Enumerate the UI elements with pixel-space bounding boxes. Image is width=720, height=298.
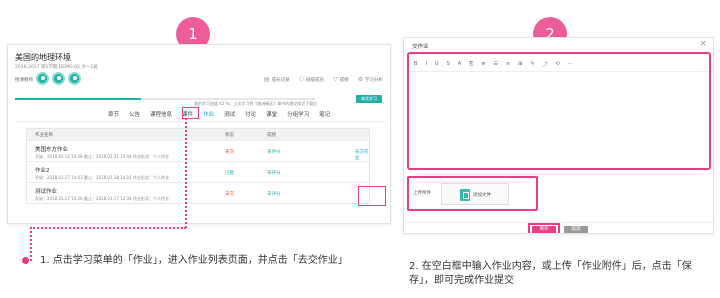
align-icon[interactable]: ≡ — [506, 61, 510, 68]
table-header: 作业名称 状态 成绩 — [27, 129, 369, 140]
record-icon: ▤ — [263, 76, 270, 83]
teacher-label: 授课教师 — [15, 78, 33, 83]
submit-homework-dialog: 交作业 × B I U S A ⎗ ≣ ☰ ≡ ⊞ ✎ ⤴ ⟲ ⋯ 上传附件 添… — [403, 37, 714, 234]
tab-announcements[interactable]: 公告 — [124, 108, 145, 120]
connector-line — [185, 118, 187, 228]
connector-line — [30, 227, 32, 261]
file-upload-icon — [460, 189, 470, 201]
font-color-icon[interactable]: A — [458, 61, 461, 68]
link-icon[interactable]: ⤴ — [543, 61, 548, 68]
add-file-button[interactable]: 添加文件 — [441, 183, 509, 205]
homework-name: 作业2 — [35, 168, 50, 174]
table-icon[interactable]: ⊞ — [518, 61, 522, 68]
editor-toolbar: B I U S A ⎗ ≣ ☰ ≡ ⊞ ✎ ⤴ ⟲ ⋯ — [414, 61, 573, 68]
attachment-label: 上传附件 — [413, 191, 431, 196]
tab-notes[interactable]: 笔记 — [314, 108, 335, 120]
homework-detail: 开始：2018.02.12 14:28 截止：2018.02.31 15:44 … — [35, 154, 169, 159]
filter-icon: ▽ — [332, 76, 338, 83]
course-toolbar: ▤ 成长记录 ⚇ 班级成员 ▽ 成绩 ⚙ 学习分析 — [264, 76, 383, 83]
progress-fill — [15, 98, 141, 100]
step-2-caption: 2. 在空白框中输入作业内容，或上传「作业附件」后，点击「保存」，即可完成作业提… — [409, 261, 692, 286]
course-tabs: 章节 公告 课程信息 课件 作业 测试 讨论 课堂 分组学习 笔记 — [103, 108, 335, 120]
tab-tests[interactable]: 测试 — [219, 108, 240, 120]
toolbar-item-members[interactable]: ⚇ 班级成员 — [299, 76, 324, 83]
table-row[interactable]: 作业2 开始：2018.01.17 14:03 截止：2018.01.18 14… — [27, 161, 369, 182]
toolbar-item-grades[interactable]: ▽ 成绩 — [333, 76, 349, 83]
dialog-title: 交作业 — [412, 44, 429, 50]
status-badge: 已批 — [225, 171, 234, 176]
italic-icon[interactable]: I — [425, 61, 426, 68]
homework-detail: 开始：2018.01.17 10:26 截止：2018.01.17 12:34 … — [35, 196, 169, 201]
cancel-button[interactable]: 取消 — [564, 226, 588, 233]
homework-result: 未评分 — [267, 171, 281, 176]
progress-text: 我的学习进度 42 %，上次学习到《美洲新区》章节的理论知识下载后 — [194, 101, 318, 106]
unordered-list-icon[interactable]: ☰ — [493, 61, 497, 68]
continue-learning-button[interactable]: 继续学习 — [356, 95, 382, 103]
ordered-list-icon[interactable]: ≣ — [481, 61, 485, 68]
table-row[interactable]: 美国东方作业 开始：2018.02.12 14:28 截止：2018.02.31… — [27, 140, 369, 161]
table-row[interactable]: 测试作业 开始：2018.01.17 10:26 截止：2018.01.17 1… — [27, 182, 369, 203]
close-icon[interactable]: × — [699, 39, 707, 49]
add-file-label: 添加文件 — [473, 193, 491, 198]
homework-table: 作业名称 状态 成绩 美国东方作业 开始：2018.02.12 14:28 截止… — [26, 128, 370, 204]
tab-course-info[interactable]: 课程信息 — [145, 108, 177, 120]
bold-icon[interactable]: B — [414, 61, 417, 68]
step-1-caption: 1. 点击学习菜单的「作业」，进入作业列表页面，并点击「去交作业」 — [40, 255, 348, 266]
divider — [15, 121, 385, 122]
tab-classroom[interactable]: 课堂 — [261, 108, 282, 120]
tab-homework[interactable]: 作业 — [198, 108, 219, 120]
homework-result: 未评分 — [267, 150, 281, 155]
status-badge: 未交 — [225, 192, 234, 197]
homework-content-editor[interactable]: B I U S A ⎗ ≣ ☰ ≡ ⊞ ✎ ⤴ ⟲ ⋯ — [407, 52, 711, 170]
teacher-avatar[interactable] — [36, 72, 49, 85]
undo-icon[interactable]: ⟲ — [556, 61, 560, 68]
attachment-section: 上传附件 添加文件 — [407, 176, 538, 211]
header-status: 状态 — [225, 133, 234, 138]
screenshot-stage: 1 2 美国的地理环境 2016-2017 第1学期 DEMO-02 大一1班 … — [0, 0, 720, 298]
save-button[interactable]: 保存 — [532, 226, 556, 233]
tab-group-study[interactable]: 分组学习 — [282, 108, 314, 120]
more-icon[interactable]: ⋯ — [568, 61, 573, 68]
header-result: 成绩 — [267, 133, 276, 138]
gear-icon: ⚙ — [357, 76, 363, 83]
submit-homework-highlight — [358, 186, 386, 206]
tab-chapters[interactable]: 章节 — [103, 108, 124, 120]
status-badge: 未交 — [225, 150, 234, 155]
divider — [409, 71, 709, 72]
homework-name: 美国东方作业 — [35, 147, 69, 153]
teacher-avatar[interactable] — [68, 72, 81, 85]
submit-homework-link[interactable]: 去交作业 — [355, 149, 369, 161]
edit-icon[interactable]: ✎ — [530, 61, 534, 68]
caption-bullet — [22, 257, 29, 264]
homework-name: 测试作业 — [35, 189, 58, 195]
toolbar-item-analysis[interactable]: ⚙ 学习分析 — [358, 76, 383, 83]
strikethrough-icon[interactable]: S — [447, 61, 450, 68]
learning-progress-bar — [15, 98, 315, 100]
teacher-avatar[interactable] — [52, 72, 65, 85]
connector-line — [30, 227, 186, 229]
tab-discussion[interactable]: 讨论 — [240, 108, 261, 120]
homework-detail: 开始：2018.01.17 14:03 截止：2018.01.18 14:15 … — [35, 175, 169, 180]
underline-icon[interactable]: U — [435, 61, 439, 68]
members-icon: ⚇ — [298, 76, 304, 83]
toolbar-item-growth[interactable]: ▤ 成长记录 — [264, 76, 290, 83]
course-title: 美国的地理环境 — [15, 53, 71, 62]
course-page-panel: 美国的地理环境 2016-2017 第1学期 DEMO-02 大一1班 授课教师… — [7, 44, 391, 224]
course-meta: 2016-2017 第1学期 DEMO-02 大一1班 — [15, 65, 98, 70]
header-name: 作业名称 — [35, 133, 53, 138]
homework-result: 未评分 — [267, 192, 281, 197]
copy-format-icon[interactable]: ⎗ — [469, 61, 473, 68]
